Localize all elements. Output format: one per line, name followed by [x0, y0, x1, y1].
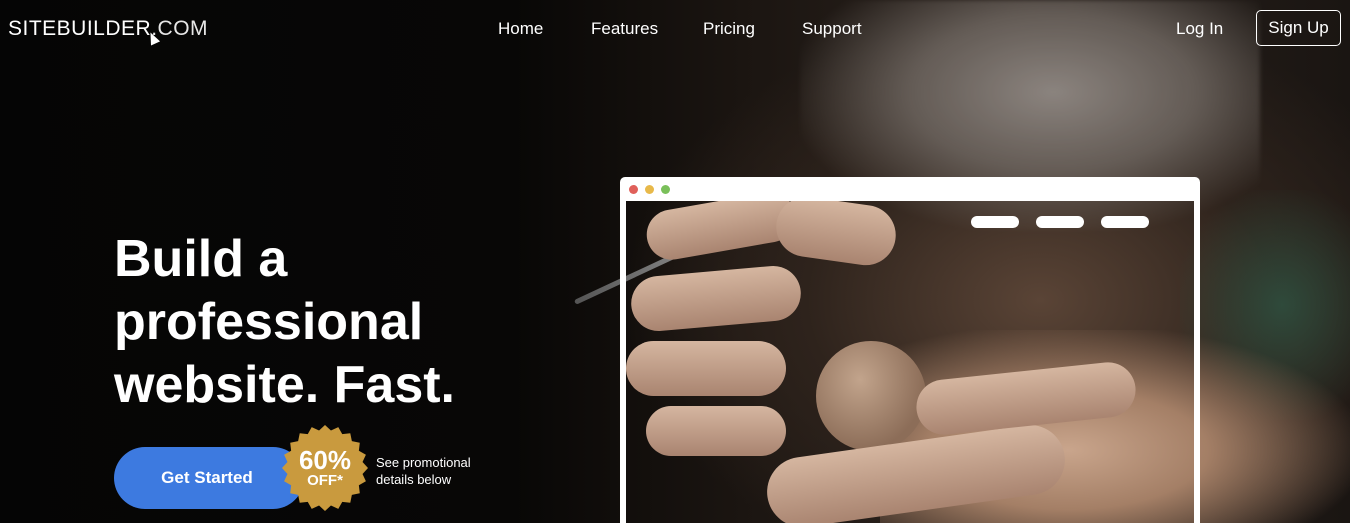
nav-support[interactable]: Support: [802, 19, 862, 39]
thumb: [913, 359, 1139, 438]
promo-note[interactable]: See promotional details below: [376, 454, 486, 488]
promo-line: See promotional: [376, 455, 471, 470]
nav-features[interactable]: Features: [591, 19, 658, 39]
promo-line: details below: [376, 472, 452, 487]
logo-suffix: .COM: [151, 17, 209, 40]
badge-off: OFF*: [307, 472, 343, 489]
finger: [772, 201, 900, 270]
thumb: [762, 420, 1070, 523]
signup-button[interactable]: Sign Up: [1256, 10, 1341, 46]
logo-main: SITEBUILDER: [8, 17, 152, 40]
mockup-nav-pill: [1036, 216, 1084, 228]
headline-line: website. Fast.: [114, 356, 455, 414]
sculptor-image: [626, 201, 1194, 523]
hero-headline: Build a professional website. Fast.: [114, 228, 494, 417]
headline-line: Build a: [114, 230, 288, 288]
nav-pricing[interactable]: Pricing: [703, 19, 755, 39]
browser-titlebar: [620, 177, 1200, 201]
window-minimize-dot-icon: [645, 185, 654, 194]
top-navbar: SITEBUILDER.COM Home Features Pricing Su…: [0, 0, 1350, 58]
get-started-button[interactable]: Get Started: [114, 447, 304, 509]
login-link[interactable]: Log In: [1176, 19, 1223, 39]
mockup-nav-pill: [971, 216, 1019, 228]
nav-home[interactable]: Home: [498, 19, 543, 39]
hero-section: SITEBUILDER.COM Home Features Pricing Su…: [0, 0, 1350, 523]
window-maximize-dot-icon: [661, 185, 670, 194]
discount-badge: 60% OFF*: [282, 425, 368, 511]
clay-bird: [816, 341, 926, 451]
badge-percent: 60%: [298, 445, 352, 475]
mockup-nav-pill: [1101, 216, 1149, 228]
headline-line: professional: [114, 293, 424, 351]
finger: [646, 406, 786, 456]
finger: [628, 263, 804, 334]
site-logo[interactable]: SITEBUILDER.COM: [8, 17, 208, 41]
window-close-dot-icon: [629, 185, 638, 194]
finger: [626, 341, 786, 396]
